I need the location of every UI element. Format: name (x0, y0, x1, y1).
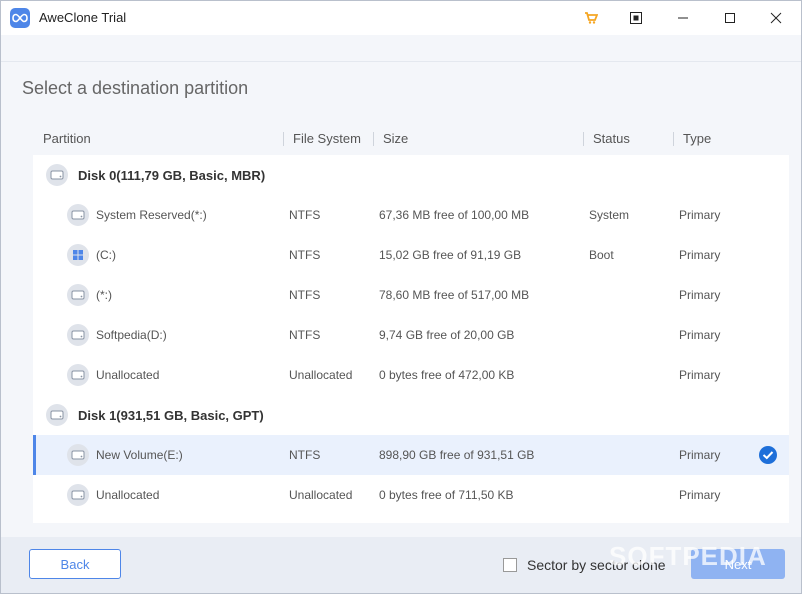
disk-icon (45, 163, 69, 187)
app-window: AweClone Trial Select a destination part… (0, 0, 802, 594)
cart-icon (585, 12, 598, 24)
file-system-cell: NTFS (289, 448, 321, 462)
partition-name: Softpedia(D:) (96, 328, 167, 342)
column-divider[interactable] (673, 132, 674, 146)
file-system-cell: Unallocated (289, 368, 353, 382)
file-system-cell: NTFS (289, 328, 321, 342)
table-header: Partition File System Size Status Type (33, 129, 789, 151)
watermark: SOFTPEDIA (609, 541, 767, 571)
minimize-button[interactable] (660, 1, 706, 35)
partition-name: New Volume(E:) (96, 448, 183, 462)
status-cell: Boot (589, 248, 614, 262)
type-cell: Primary (679, 328, 721, 342)
type-cell: Primary (679, 488, 721, 502)
file-system-cell: NTFS (289, 248, 321, 262)
app-logo-icon (10, 8, 30, 28)
sector-clone-checkbox[interactable] (503, 558, 517, 572)
size-cell: 67,36 MB free of 100,00 MB (379, 208, 530, 222)
size-cell: 15,02 GB free of 91,19 GB (379, 248, 522, 262)
partition-row[interactable]: (*:) NTFS 78,60 MB free of 517,00 MB Primar… (33, 275, 789, 315)
type-cell: Primary (679, 448, 721, 462)
title-bar: AweClone Trial (1, 1, 801, 35)
disk-icon (45, 403, 69, 427)
column-size[interactable]: Size (383, 131, 408, 146)
windows-drive-icon (66, 243, 90, 267)
drive-icon (66, 203, 90, 227)
back-button[interactable]: Back (29, 549, 121, 579)
cart-button[interactable] (568, 1, 614, 35)
type-cell: Primary (679, 368, 721, 382)
partition-row[interactable]: (C:) NTFS 15,02 GB free of 91,19 GB Boot Pri… (33, 235, 789, 275)
partition-table: Disk 0(111,79 GB, Basic, MBR) System Rese… (33, 155, 789, 523)
size-cell: 78,60 MB free of 517,00 MB (379, 288, 530, 302)
minimize-icon (678, 17, 688, 19)
column-status[interactable]: Status (593, 131, 630, 146)
maximize-icon (725, 13, 735, 23)
column-divider[interactable] (283, 132, 284, 146)
drive-icon (66, 323, 90, 347)
file-system-cell: NTFS (289, 288, 321, 302)
size-cell: 9,74 GB free of 20,00 GB (379, 328, 515, 342)
size-cell: 0 bytes free of 472,00 KB (379, 368, 515, 382)
partition-name: (*:) (96, 288, 112, 302)
partition-row[interactable]: Softpedia(D:) NTFS 9,74 GB free of 20,00 G… (33, 315, 789, 355)
restore-layout-button[interactable] (613, 1, 659, 35)
column-type[interactable]: Type (683, 131, 711, 146)
drive-icon (66, 483, 90, 507)
size-cell: 898,90 GB free of 931,51 GB (379, 448, 535, 462)
column-partition[interactable]: Partition (43, 131, 91, 146)
selection-indicator (33, 435, 36, 475)
status-cell: System (589, 208, 630, 222)
check-circle-icon (758, 445, 778, 465)
type-cell: Primary (679, 248, 721, 262)
drive-icon (66, 283, 90, 307)
window-layout-icon (630, 12, 642, 24)
partition-row[interactable]: Unallocated Unallocated 0 bytes free of 47… (33, 355, 789, 395)
type-cell: Primary (679, 288, 721, 302)
type-cell: Primary (679, 208, 721, 222)
disk-label: Disk 0(111,79 GB, Basic, MBR) (78, 168, 266, 183)
page-title: Select a destination partition (22, 78, 249, 98)
drive-icon (66, 443, 90, 467)
maximize-button[interactable] (707, 1, 753, 35)
window-title: AweClone Trial (39, 10, 127, 25)
drive-icon (66, 363, 90, 387)
disk-label: Disk 1(931,51 GB, Basic, GPT) (78, 408, 264, 423)
column-divider[interactable] (373, 132, 374, 146)
column-file-system[interactable]: File System (293, 131, 361, 146)
close-button[interactable] (753, 1, 799, 35)
partition-name: (C:) (96, 248, 116, 262)
disk-row: Disk 1(931,51 GB, Basic, GPT) (33, 395, 789, 435)
partition-name: Unallocated (96, 488, 160, 502)
partition-name: Unallocated (96, 368, 160, 382)
column-divider[interactable] (583, 132, 584, 146)
size-cell: 0 bytes free of 711,50 KB (379, 488, 514, 502)
partition-row[interactable]: Unallocated Unallocated 0 bytes free of 71… (33, 475, 789, 515)
partition-row[interactable]: System Reserved(*:) NTFS 67,36 MB free of … (33, 195, 789, 235)
close-icon (770, 12, 782, 24)
partition-name: System Reserved(*:) (96, 208, 207, 222)
file-system-cell: Unallocated (289, 488, 353, 502)
partition-row[interactable]: New Volume(E:) NTFS 898,90 GB free of 931,… (33, 435, 789, 475)
disk-row: Disk 0(111,79 GB, Basic, MBR) (33, 155, 789, 195)
file-system-cell: NTFS (289, 208, 321, 222)
header-divider (1, 61, 801, 62)
